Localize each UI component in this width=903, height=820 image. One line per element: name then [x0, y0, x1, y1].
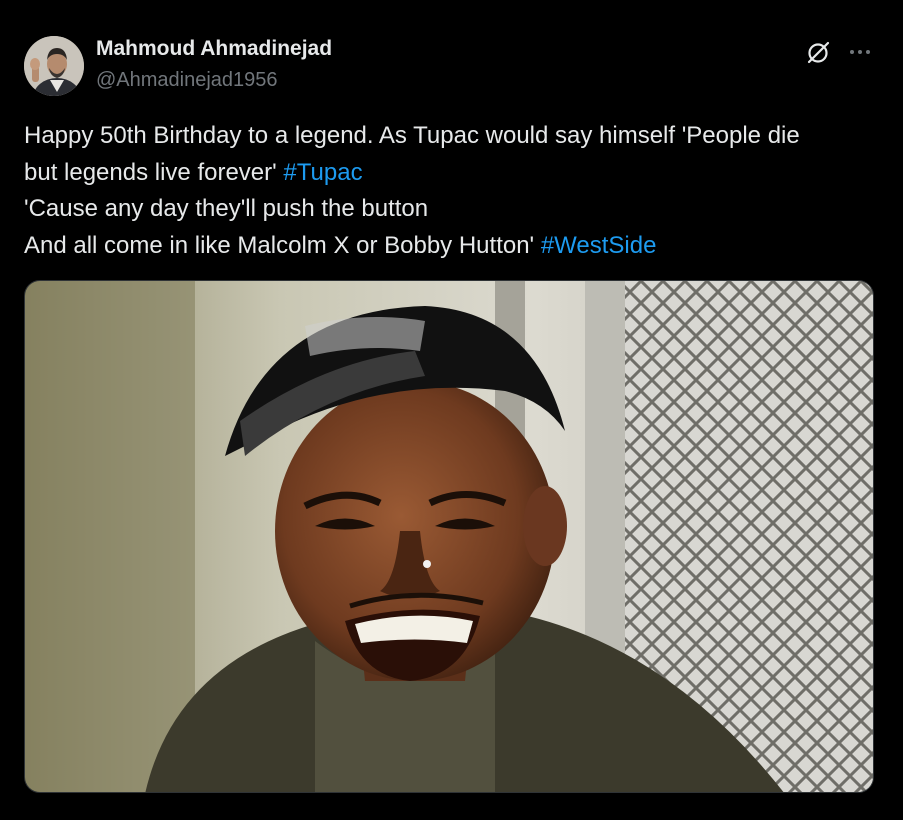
- tupac-photo: [25, 281, 873, 792]
- tweet-text: Happy 50th Birthday to a legend. As Tupa…: [24, 118, 884, 264]
- author-name[interactable]: Mahmoud Ahmadinejad: [96, 37, 332, 61]
- text-segment: Happy 50th Birthday to a legend. As Tupa…: [24, 122, 800, 149]
- tweet-text-line: but legends live forever' #Tupac: [24, 155, 884, 192]
- media-photo[interactable]: [24, 280, 874, 793]
- hashtag-link-tupac[interactable]: #Tupac: [283, 159, 362, 186]
- tweet-card: Mahmoud Ahmadinejad @Ahmadinejad1956 Hap…: [0, 0, 903, 820]
- hashtag-link-westside[interactable]: #WestSide: [541, 232, 657, 259]
- grok-icon[interactable]: [804, 38, 832, 66]
- tweet-text-line: And all come in like Malcolm X or Bobby …: [24, 228, 884, 265]
- avatar-image: [24, 36, 84, 96]
- tweet-text-line: 'Cause any day they'll push the button: [24, 191, 884, 228]
- text-segment: but legends live forever': [24, 158, 284, 186]
- author-handle[interactable]: @Ahmadinejad1956: [96, 69, 278, 92]
- more-icon[interactable]: [846, 38, 874, 66]
- tweet-text-line: Happy 50th Birthday to a legend. As Tupa…: [24, 118, 884, 155]
- text-segment: And all come in like Malcolm X or Bobby …: [24, 231, 541, 259]
- text-segment: 'Cause any day they'll push the button: [24, 195, 429, 222]
- avatar[interactable]: [24, 36, 84, 96]
